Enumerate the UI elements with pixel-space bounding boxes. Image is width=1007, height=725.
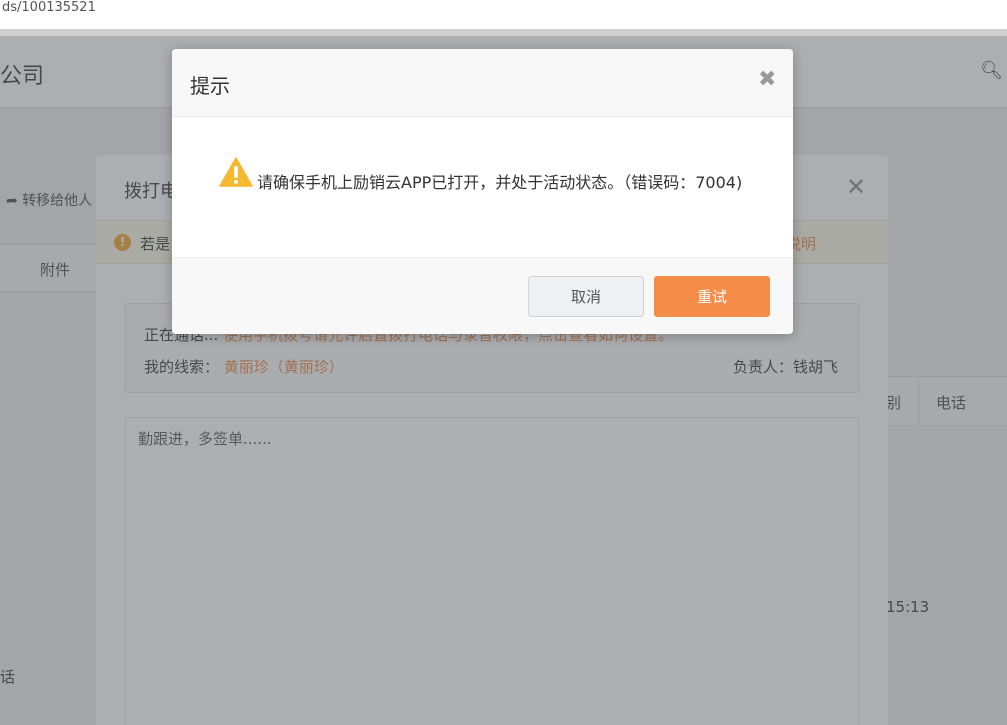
alert-header: 提示 ✖ [172,49,793,117]
url-text: ds/100135521 [2,0,96,15]
retry-button[interactable]: 重试 [654,276,770,317]
close-icon[interactable]: ✖ [758,69,776,91]
alert-dialog: 提示 ✖ 请确保手机上励销云APP已打开，并处于活动状态。（错误码：7004) … [172,49,793,334]
address-bar[interactable]: ds/100135521 [0,0,1007,30]
alert-message: 请确保手机上励销云APP已打开，并处于活动状态。（错误码：7004) [257,173,743,192]
alert-body: 请确保手机上励销云APP已打开，并处于活动状态。（错误码：7004) [172,117,793,257]
alert-title: 提示 [190,74,230,98]
alert-footer: 取消 重试 [172,257,793,334]
cancel-button[interactable]: 取消 [528,276,644,317]
